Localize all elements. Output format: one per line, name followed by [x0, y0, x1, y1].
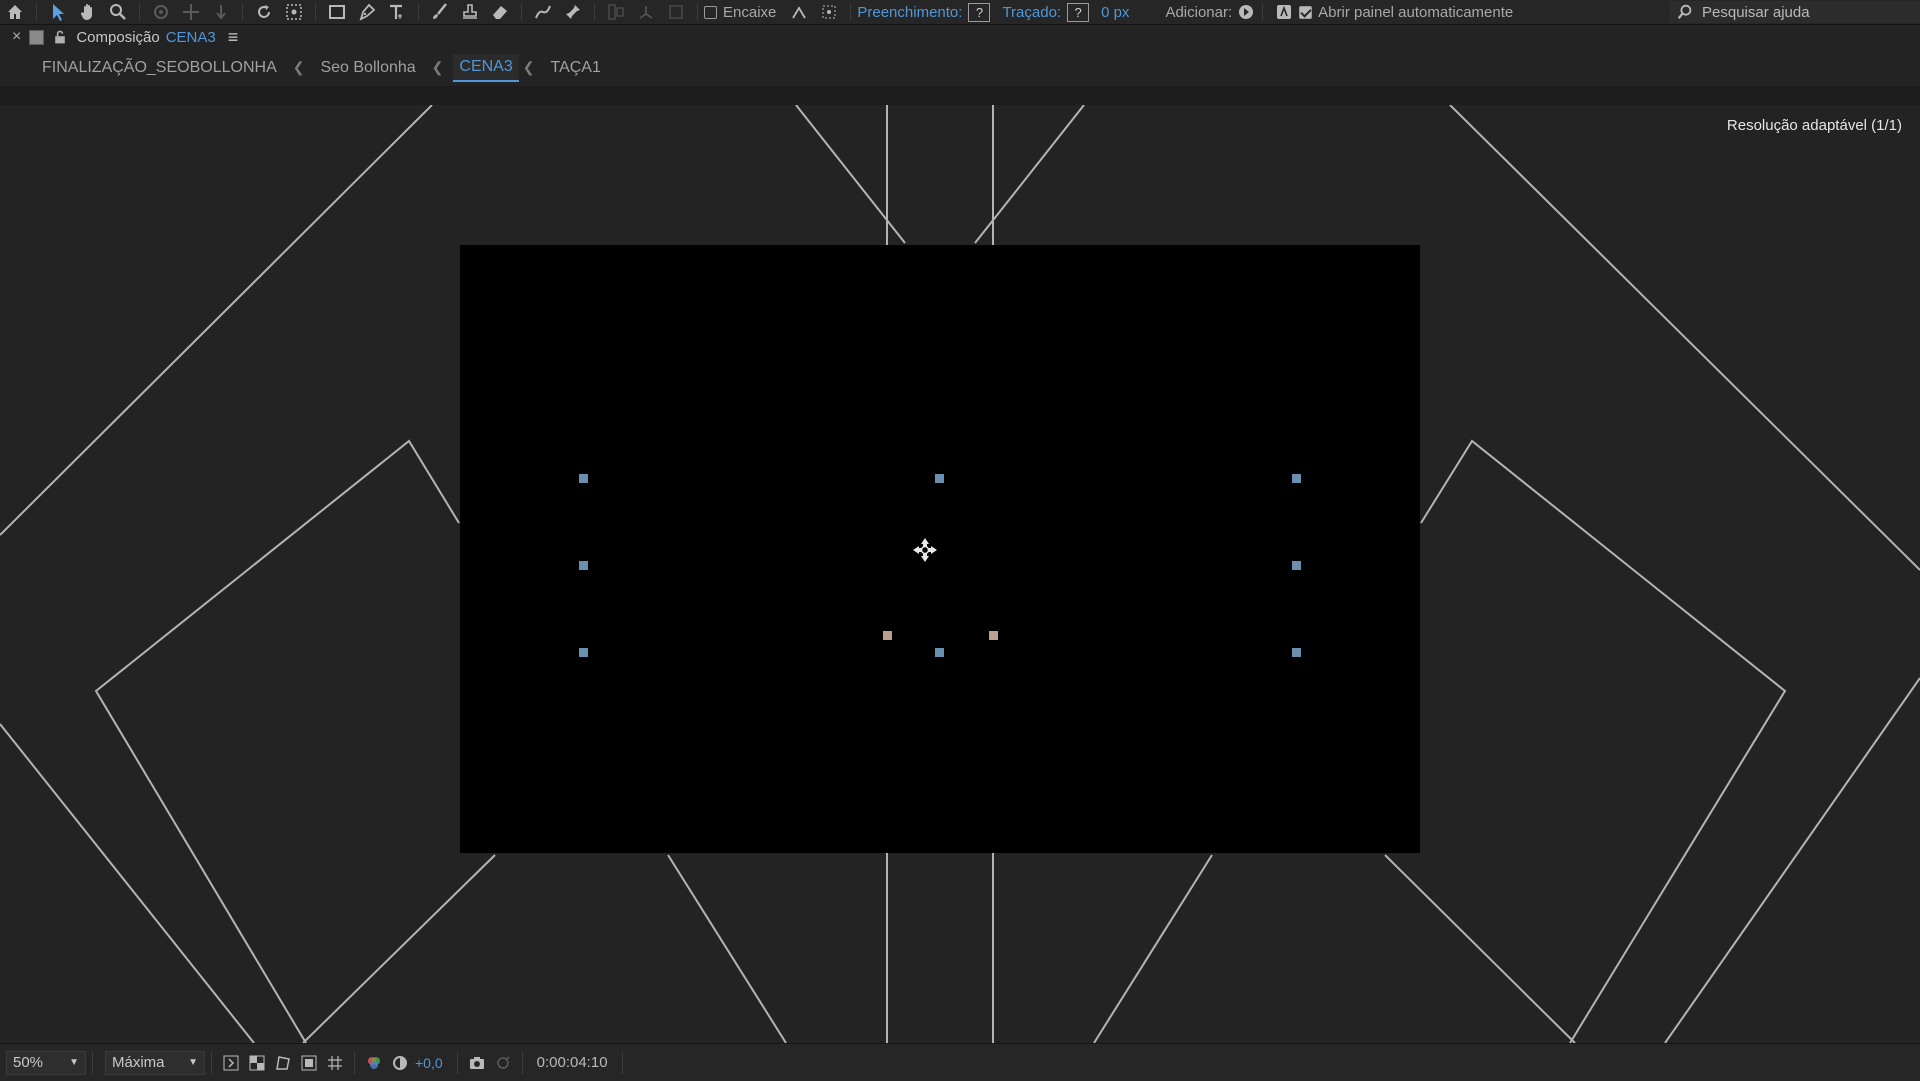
color-channels-icon[interactable]	[361, 1051, 387, 1075]
bezier-tangent-handle[interactable]	[989, 631, 998, 640]
home-icon[interactable]	[0, 1, 30, 23]
grid-guides-icon[interactable]	[322, 1051, 348, 1075]
auto-open-checkbox[interactable]	[1299, 5, 1313, 19]
stroke-width-value[interactable]: 0 px	[1101, 4, 1129, 21]
puppet-pin-icon[interactable]	[558, 1, 588, 23]
snap-target-icon[interactable]	[814, 1, 844, 23]
resolution-quality-value: Máxima	[112, 1054, 165, 1071]
hand-icon[interactable]	[73, 1, 103, 23]
align-icon[interactable]	[601, 1, 631, 23]
bounding-box-handle[interactable]	[1292, 474, 1301, 483]
composition-frame[interactable]	[460, 245, 1420, 853]
auto-open-toggle[interactable]: Abrir painel automaticamente	[1299, 4, 1513, 21]
viewer-bottom-bar: 50% ▼ Máxima ▼ +0,0 0:00:04:10	[0, 1043, 1920, 1081]
region-of-interest-icon[interactable]	[296, 1051, 322, 1075]
snapping-checkbox[interactable]	[704, 5, 717, 19]
breadcrumb-item[interactable]: TAÇA1	[544, 55, 606, 81]
current-time-timecode[interactable]: 0:00:04:10	[537, 1054, 608, 1071]
bounding-box-handle[interactable]	[579, 648, 588, 657]
roto-brush-icon[interactable]	[528, 1, 558, 23]
snapshot-camera-icon[interactable]	[464, 1051, 490, 1075]
bounding-box-handle[interactable]	[935, 474, 944, 483]
breadcrumb-item[interactable]: Seo Bollonha	[314, 55, 421, 81]
character-panel-icon[interactable]	[1269, 1, 1299, 23]
anchor-point-icon[interactable]	[912, 537, 938, 563]
bezier-tangent-handle[interactable]	[883, 631, 892, 640]
bounding-box-handle[interactable]	[579, 474, 588, 483]
lock-icon[interactable]	[52, 29, 68, 45]
clone-stamp-icon[interactable]	[455, 1, 485, 23]
pen-icon[interactable]	[352, 1, 382, 23]
panel-title: Composição	[76, 28, 160, 46]
mask-visibility-icon[interactable]	[270, 1051, 296, 1075]
fill-swatch[interactable]: ?	[968, 2, 991, 22]
snapping-toggle[interactable]: Encaixe	[704, 4, 776, 21]
chevron-down-icon: ▼	[188, 1057, 198, 1068]
add-label: Adicionar:	[1165, 3, 1233, 21]
bounding-box-handle[interactable]	[1292, 648, 1301, 657]
fill-label[interactable]: Preenchimento:	[857, 4, 962, 21]
fast-previews-icon[interactable]	[218, 1051, 244, 1075]
type-icon[interactable]	[382, 1, 412, 23]
breadcrumb-chevron-icon: ❮	[292, 59, 305, 75]
search-icon	[1676, 3, 1694, 21]
resolution-label: Resolução adaptável (1/1)	[1726, 117, 1902, 134]
dolly-camera-icon[interactable]	[206, 1, 236, 23]
bounding-box-handle[interactable]	[935, 648, 944, 657]
axis-icon[interactable]	[631, 1, 661, 23]
breadcrumb-chevron-icon: ❮	[522, 59, 535, 75]
exposure-reset-icon[interactable]	[387, 1051, 413, 1075]
composition-viewer[interactable]: Resolução adaptável (1/1)	[0, 105, 1920, 1043]
exposure-value[interactable]: +0,0	[415, 1055, 443, 1071]
toolbar: Encaixe Preenchimento: ? Traçado: ? 0 px…	[0, 0, 1920, 25]
selection-arrow-icon[interactable]	[43, 1, 73, 23]
help-search[interactable]	[1670, 1, 1920, 23]
composition-panel-header: × Composição CENA3 ≡	[0, 25, 1920, 49]
breadcrumb-item[interactable]: FINALIZAÇÃO_SEOBOLLONHA	[36, 55, 283, 81]
panel-color-swatch-icon[interactable]	[29, 29, 45, 45]
snapping-label: Encaixe	[723, 3, 777, 21]
orbit-camera-icon[interactable]	[146, 1, 176, 23]
close-panel-icon[interactable]: ×	[12, 28, 21, 46]
panel-comp-name: CENA3	[165, 28, 216, 46]
zoom-icon[interactable]	[103, 1, 133, 23]
chevron-down-icon: ▼	[69, 1057, 79, 1068]
zoom-value: 50%	[13, 1054, 44, 1071]
pan-behind-icon[interactable]	[279, 1, 309, 23]
brush-icon[interactable]	[425, 1, 455, 23]
bounding-box-handle[interactable]	[579, 561, 588, 570]
stroke-swatch[interactable]: ?	[1067, 2, 1090, 22]
snap-edges-icon[interactable]	[784, 1, 814, 23]
eraser-icon[interactable]	[485, 1, 515, 23]
breadcrumb-item-current[interactable]: CENA3	[453, 53, 519, 82]
stroke-label[interactable]: Traçado:	[1002, 4, 1061, 21]
add-dropdown-icon[interactable]	[1236, 1, 1256, 23]
auto-open-label: Abrir painel automaticamente	[1318, 3, 1514, 21]
transparency-grid-icon[interactable]	[244, 1051, 270, 1075]
show-snapshot-icon[interactable]	[490, 1051, 516, 1075]
breadcrumb: FINALIZAÇÃO_SEOBOLLONHA ❮ Seo Bollonha ❮…	[0, 49, 1920, 87]
rotate-icon[interactable]	[249, 1, 279, 23]
world-axis-icon[interactable]	[661, 1, 691, 23]
zoom-dropdown[interactable]: 50% ▼	[6, 1050, 86, 1075]
breadcrumb-chevron-icon: ❮	[431, 59, 444, 75]
panel-menu-icon[interactable]: ≡	[228, 27, 239, 48]
resolution-dropdown[interactable]: Máxima ▼	[105, 1050, 205, 1075]
rectangle-icon[interactable]	[322, 1, 352, 23]
pan-camera-icon[interactable]	[176, 1, 206, 23]
help-search-input[interactable]	[1700, 2, 1904, 22]
bounding-box-handle[interactable]	[1292, 561, 1301, 570]
